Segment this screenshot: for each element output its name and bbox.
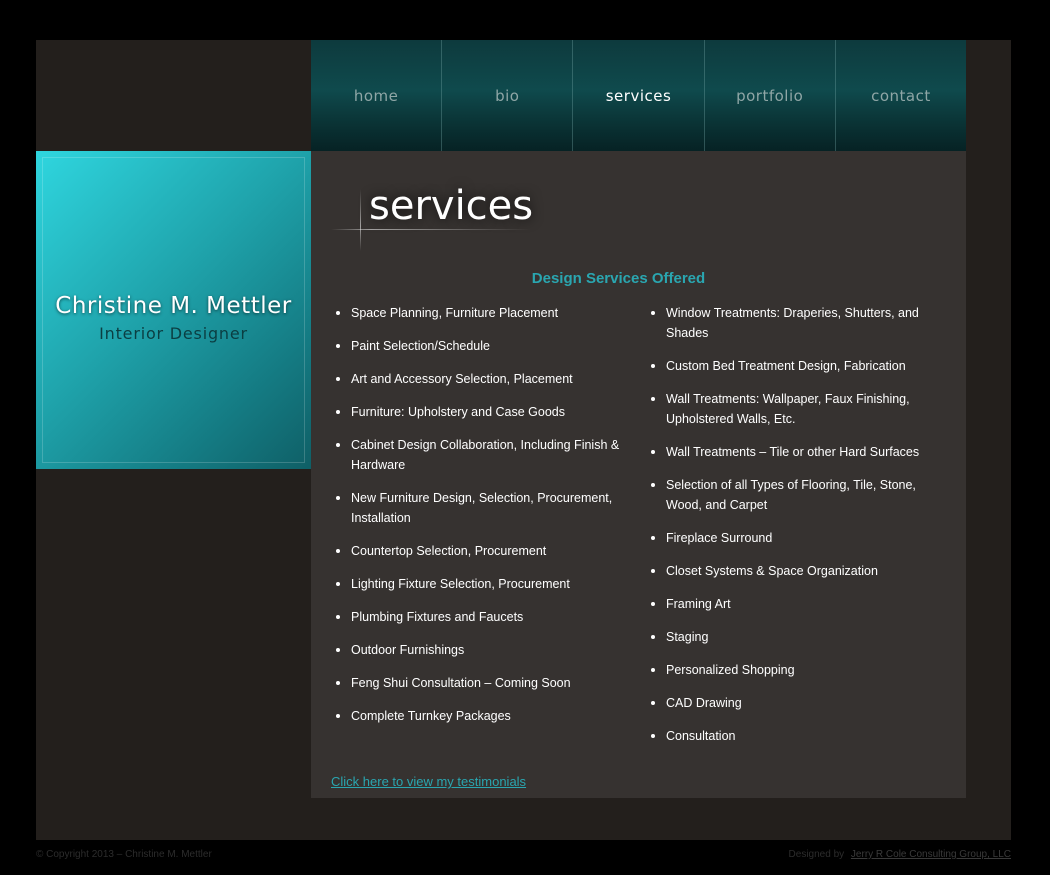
service-item: Staging [651, 627, 931, 647]
heading-decor-line [331, 229, 531, 230]
footer-credit: Designed by Jerry R Cole Consulting Grou… [789, 849, 1011, 860]
nav-home[interactable]: home [311, 40, 441, 151]
service-item: Wall Treatments: Wallpaper, Faux Finishi… [651, 389, 931, 429]
section-subheading: Design Services Offered [531, 270, 706, 287]
service-item: Fireplace Surround [651, 528, 931, 548]
logo-title: Interior Designer [99, 324, 248, 343]
nav-bio[interactable]: bio [441, 40, 572, 151]
service-item: Complete Turnkey Packages [336, 706, 621, 726]
service-item: Furniture: Upholstery and Case Goods [336, 402, 621, 422]
footer-copyright: © Copyright 2013 – Christine M. Mettler [36, 849, 212, 860]
service-item: Art and Accessory Selection, Placement [336, 369, 621, 389]
nav-contact[interactable]: contact [834, 40, 966, 151]
service-item: Custom Bed Treatment Design, Fabrication [651, 356, 931, 376]
service-item: Window Treatments: Draperies, Shutters, … [651, 303, 931, 343]
service-item: CAD Drawing [651, 693, 931, 713]
service-item: Lighting Fixture Selection, Procurement [336, 574, 621, 594]
service-item: Framing Art [651, 594, 931, 614]
service-item: Consultation [651, 726, 931, 746]
service-item: Closet Systems & Space Organization [651, 561, 931, 581]
footer-designer-link[interactable]: Jerry R Cole Consulting Group, LLC [851, 849, 1011, 860]
service-item: Feng Shui Consultation – Coming Soon [336, 673, 621, 693]
service-item: Personalized Shopping [651, 660, 931, 680]
service-item: Cabinet Design Collaboration, Including … [336, 435, 621, 475]
service-item: Wall Treatments – Tile or other Hard Sur… [651, 442, 931, 462]
logo-name: Christine M. Mettler [55, 293, 292, 319]
service-item: Paint Selection/Schedule [336, 336, 621, 356]
nav-services[interactable]: services [572, 40, 703, 151]
service-item: Countertop Selection, Procurement [336, 541, 621, 561]
content-panel: services Design Services Offered Space P… [311, 151, 966, 798]
footer-designed-by-label: Designed by [788, 849, 845, 860]
service-item: Space Planning, Furniture Placement [336, 303, 621, 323]
logo-panel[interactable]: Christine M. Mettler Interior Designer [36, 151, 311, 469]
main-nav: home bio services portfolio contact [311, 40, 966, 151]
services-list-right: Window Treatments: Draperies, Shutters, … [651, 303, 931, 759]
page-heading-graphic: services [331, 181, 571, 251]
service-item: Outdoor Furnishings [336, 640, 621, 660]
testimonials-link[interactable]: Click here to view my testimonials [331, 774, 526, 789]
services-list-left: Space Planning, Furniture Placement Paint… [336, 303, 621, 739]
heading-decor-line-vertical [360, 189, 361, 251]
service-item: New Furniture Design, Selection, Procure… [336, 488, 621, 528]
service-item: Selection of all Types of Flooring, Tile… [651, 475, 931, 515]
service-item: Plumbing Fixtures and Faucets [336, 607, 621, 627]
nav-portfolio[interactable]: portfolio [703, 40, 835, 151]
page-title: services [369, 183, 534, 229]
